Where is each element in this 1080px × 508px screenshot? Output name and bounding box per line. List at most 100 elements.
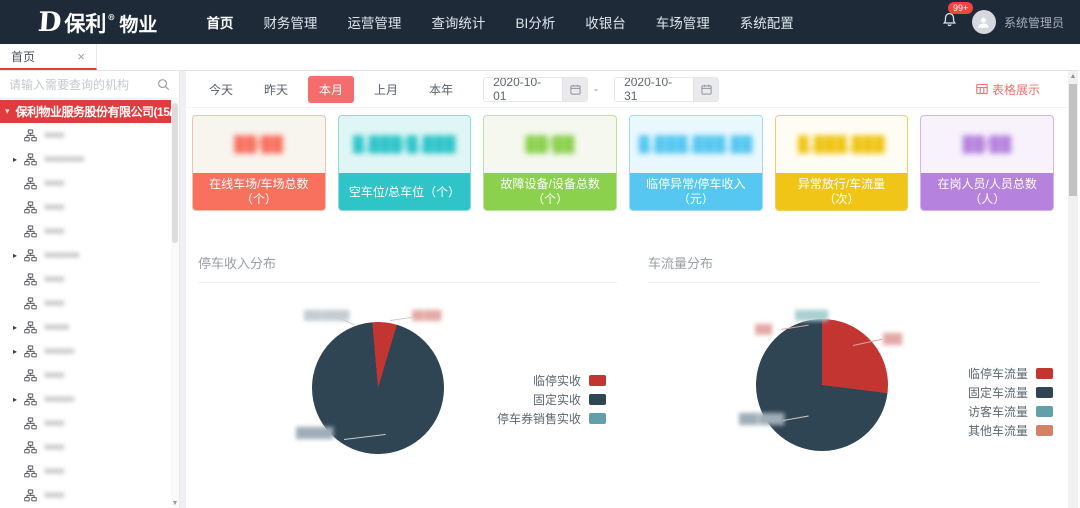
org-node-label-redacted: ■■■■ [44,466,64,477]
legend-item[interactable]: 停车券销售实收 [497,409,606,428]
org-unit-icon [24,345,37,358]
org-tree-node[interactable]: ▸ ■■■■■■ [0,339,171,363]
org-search-input[interactable] [9,78,157,92]
calendar-button[interactable] [562,78,587,101]
org-tree-node[interactable]: ▸ ■■■■ [0,291,171,315]
org-unit-icon [24,441,37,454]
search-icon[interactable] [157,78,170,91]
org-tree-node[interactable]: ▸ ■■■■ [0,219,171,243]
org-unit-icon [24,465,37,478]
blurred-value-label: ██ ███ [412,311,440,320]
org-node-label-redacted: ■■■■ [44,418,64,429]
start-date-value[interactable]: 2020-10-01 [484,78,562,101]
legend-item[interactable]: 固定车流量 [968,383,1053,402]
scroll-down-icon[interactable]: ▼ [171,500,179,507]
calendar-button[interactable] [693,78,718,101]
org-tree-node[interactable]: ▸ ■■■■ [0,123,171,147]
caret-right-icon[interactable]: ▸ [13,323,24,332]
start-date-picker[interactable]: 2020-10-01 [483,77,588,102]
org-tree-node[interactable]: ▸ ■■■■ [0,195,171,219]
caret-right-icon[interactable]: ▸ [13,251,24,260]
menu-item[interactable]: 运营管理 [332,0,416,44]
stat-card-value-redacted: ██/██ [484,116,616,173]
legend-swatch [1036,425,1053,436]
stat-card[interactable]: █,███/█,███ 空车位/总车位（个） [338,115,472,211]
legend-swatch [589,394,606,405]
quick-range-button[interactable]: 今天 [198,76,244,103]
caret-right-icon[interactable]: ▸ [13,395,24,404]
sidebar-scrollbar[interactable]: ▼ [171,100,179,508]
legend-item[interactable]: 访客车流量 [968,402,1053,421]
legend-item[interactable]: 固定实收 [497,390,606,409]
org-tree-node[interactable]: ▸ ■■■■ [0,267,171,291]
caret-right-icon[interactable]: ▸ [13,155,24,164]
quick-range-buttons: 今天昨天本月上月本年 [198,76,473,103]
menu-item[interactable]: 车场管理 [641,0,725,44]
org-unit-icon [24,201,37,214]
caret-down-icon[interactable]: ▾ [5,106,10,117]
quick-range-button[interactable]: 上月 [363,76,409,103]
user-avatar[interactable] [972,10,996,34]
tab-close-icon[interactable]: × [77,49,85,64]
quick-range-button[interactable]: 本年 [418,76,464,103]
stat-card[interactable]: ██/██ 在线车场/车场总数（个） [192,115,326,211]
org-unit-icon [24,393,37,406]
org-tree-node[interactable]: ▸ ■■■■ [0,483,171,507]
legend-label: 访客车流量 [968,403,1028,420]
date-range-separator: - [594,82,598,96]
end-date-value[interactable]: 2020-10-31 [615,78,693,101]
legend-swatch [1036,387,1053,398]
menu-item[interactable]: 查询统计 [416,0,500,44]
org-tree-node[interactable]: ▸ ■■■■ [0,411,171,435]
sidebar-scrollbar-thumb[interactable] [172,103,178,243]
caret-right-icon[interactable]: ▸ [13,347,24,356]
org-tree-node[interactable]: ▸ ■■■■ [0,435,171,459]
legend-item[interactable]: 临停车流量 [968,364,1053,383]
org-tree-node[interactable]: ▸ ■■■■ [0,363,171,387]
legend-swatch [589,375,606,386]
main-panel: 今天昨天本月上月本年 2020-10-01 - 2020-10-31 表格展示 [186,71,1068,508]
menu-item[interactable]: 收银台 [570,0,641,44]
main-scrollbar[interactable]: ▲ [1068,71,1078,508]
org-node-label-redacted: ■■■■■■ [44,394,74,405]
quick-range-button[interactable]: 本月 [308,76,354,103]
brand-monogram-icon: D [37,9,62,36]
menu-item[interactable]: BI分析 [500,0,570,44]
quick-range-button[interactable]: 昨天 [253,76,299,103]
stat-card[interactable]: ██/██ 故障设备/设备总数（个） [483,115,617,211]
org-tree-node[interactable]: ▸ ■■■■■■■ [0,243,171,267]
scroll-up-icon[interactable]: ▲ [1068,71,1078,83]
org-tree-list: ▸ ■■■■ ▸ [0,123,171,508]
org-tree-root[interactable]: ▾ 保利物业服务股份有限公司(15/3 [0,100,171,123]
traffic-flow-pie[interactable] [756,319,888,451]
notifications-button[interactable]: 99+ [941,11,958,34]
legend-item[interactable]: 其他车流量 [968,421,1053,440]
stat-card-label: 在岗人员/人员总数（人） [921,173,1053,211]
org-tree-node[interactable]: ▸ ■■■■■■ [0,387,171,411]
legend-item[interactable]: 临停实收 [497,371,606,390]
calendar-icon [701,84,712,95]
calendar-icon [570,84,581,95]
stat-card[interactable]: █,███,███ 异常放行/车流量（次） [775,115,909,211]
username-label[interactable]: 系统管理员 [1004,14,1064,31]
main-scrollbar-thumb[interactable] [1069,84,1077,196]
org-tree-node[interactable]: ▸ ■■■■■ [0,315,171,339]
org-node-label-redacted: ■■■■ [44,274,64,285]
parking-revenue-panel: 停车收入分布 ███ █████ ██ ███ ██████ 临停实收 固定实收 [186,244,643,485]
end-date-picker[interactable]: 2020-10-31 [614,77,719,102]
menu-item[interactable]: 系统配置 [725,0,809,44]
tab-home[interactable]: 首页 × [0,44,97,70]
pie-chart-area: ███ █████ ██ ███ ██████ 临停实收 固定实收 [186,283,643,485]
org-node-label-redacted: ■■■■■ [44,322,69,333]
org-tree-node[interactable]: ▸ ■■■■ [0,459,171,483]
org-tree-node[interactable]: ▸ ■■■■ [0,171,171,195]
table-view-toggle[interactable]: 表格展示 [976,81,1040,98]
org-unit-icon [24,417,37,430]
stat-card[interactable]: ██/██ 在岗人员/人员总数（人） [920,115,1054,211]
org-unit-icon [24,297,37,310]
org-search [0,71,179,99]
menu-item[interactable]: 首页 [191,0,248,44]
org-tree-node[interactable]: ▸ ■■■■■■■■ [0,147,171,171]
stat-card[interactable]: █,███,███.██ 临停异常/停车收入（元） [629,115,763,211]
menu-item[interactable]: 财务管理 [248,0,332,44]
